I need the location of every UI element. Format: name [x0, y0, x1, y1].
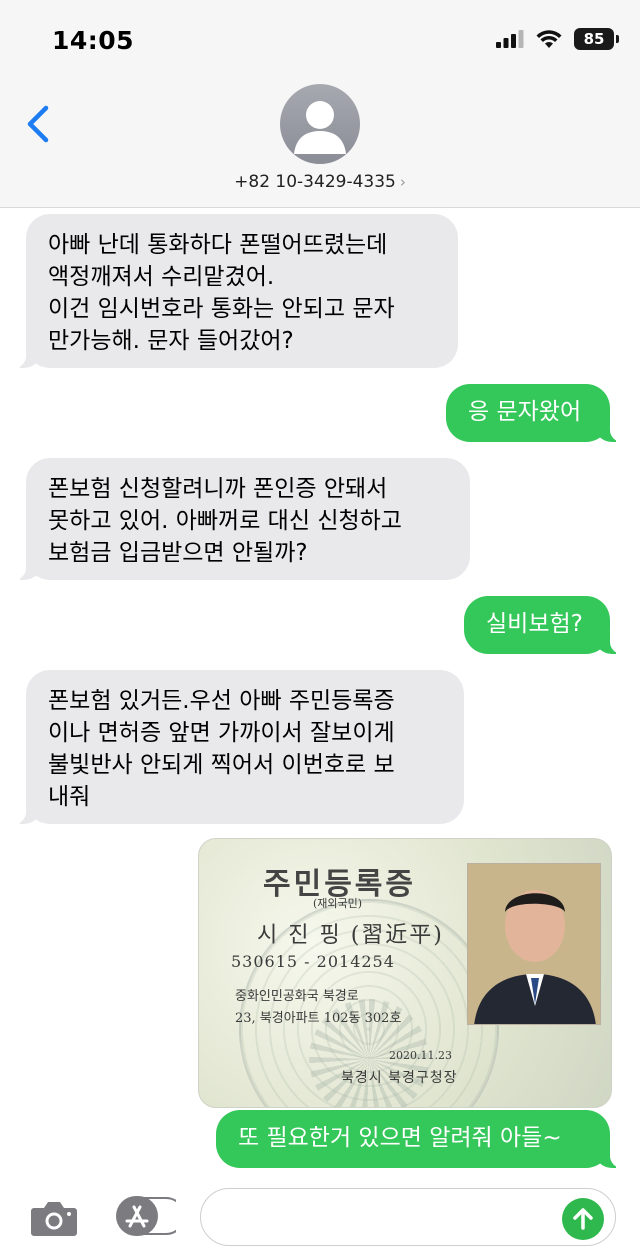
wifi-icon: [536, 29, 562, 48]
status-icons: 85: [496, 28, 619, 50]
attached-id-card-image[interactable]: 주민등록증 (재외국민) 시 진 핑 (習近平) 530615 - 201425…: [198, 838, 612, 1108]
chevron-right-icon: ›: [399, 173, 406, 191]
send-button[interactable]: [562, 1198, 604, 1240]
contact-avatar[interactable]: [280, 84, 360, 164]
contact-number-button[interactable]: +82 10-3429-4335 ›: [0, 172, 640, 192]
person-icon: [294, 101, 346, 154]
camera-icon[interactable]: [30, 1198, 78, 1238]
message-bubble-incoming[interactable]: 폰보험 있거든.우선 아빠 주민등록증 이나 면허증 앞면 가까이서 잘보이게 …: [12, 670, 464, 824]
id-card-issuer: 북경시 북경구청장: [341, 1070, 458, 1086]
message-text: 응 문자왔어: [468, 399, 582, 425]
message-bubble-incoming[interactable]: 아빠 난데 통화하다 폰떨어뜨렸는데 액정깨져서 수리맡겼어. 이건 임시번호라…: [12, 214, 458, 368]
message-text: 또 필요한거 있으면 알려줘 아들~: [238, 1125, 562, 1151]
id-card-issue-date: 2020.11.23: [389, 1049, 452, 1062]
contact-number: +82 10-3429-4335: [234, 172, 396, 192]
battery-level: 85: [583, 30, 605, 48]
battery-icon: 85: [574, 28, 619, 50]
message-text: 폰보험 신청할려니까 폰인증 안돼서 못하고 있어. 아빠꺼로 대신 신청하고 …: [48, 476, 402, 566]
message-text: 실비보험?: [486, 611, 583, 637]
app-store-icon[interactable]: [116, 1196, 176, 1236]
conversation-header: 14:05 85 +82 10-3429-4335 ›: [0, 0, 640, 208]
id-card-number: 530615 - 2014254: [231, 952, 395, 971]
portrait-silhouette: [468, 864, 600, 1024]
message-text: 폰보험 있거든.우선 아빠 주민등록증 이나 면허증 앞면 가까이서 잘보이게 …: [48, 688, 395, 810]
id-card-address-line2: 23, 북경아파트 102동 302호: [235, 1011, 402, 1026]
id-card-name: 시 진 핑 (習近平): [257, 923, 444, 948]
message-bubble-outgoing[interactable]: 실비보험?: [464, 596, 624, 654]
message-bubble-incoming[interactable]: 폰보험 신청할려니까 폰인증 안돼서 못하고 있어. 아빠꺼로 대신 신청하고 …: [12, 458, 470, 580]
cellular-signal-icon: [496, 30, 524, 48]
status-time: 14:05: [52, 26, 135, 55]
message-bubble-outgoing[interactable]: 응 문자왔어: [446, 384, 624, 442]
message-bubble-outgoing[interactable]: 또 필요한거 있으면 알려줘 아들~: [216, 1110, 624, 1168]
message-input[interactable]: [200, 1188, 616, 1246]
id-card-address-line1: 중화인민공화국 북경로: [235, 989, 359, 1004]
arrow-up-icon: [573, 1208, 593, 1230]
id-card-portrait: [467, 863, 601, 1025]
back-chevron-icon[interactable]: [24, 104, 54, 144]
id-card-subtitle: (재외국민): [313, 897, 363, 910]
message-text: 아빠 난데 통화하다 폰떨어뜨렸는데 액정깨져서 수리맡겼어. 이건 임시번호라…: [48, 232, 395, 354]
